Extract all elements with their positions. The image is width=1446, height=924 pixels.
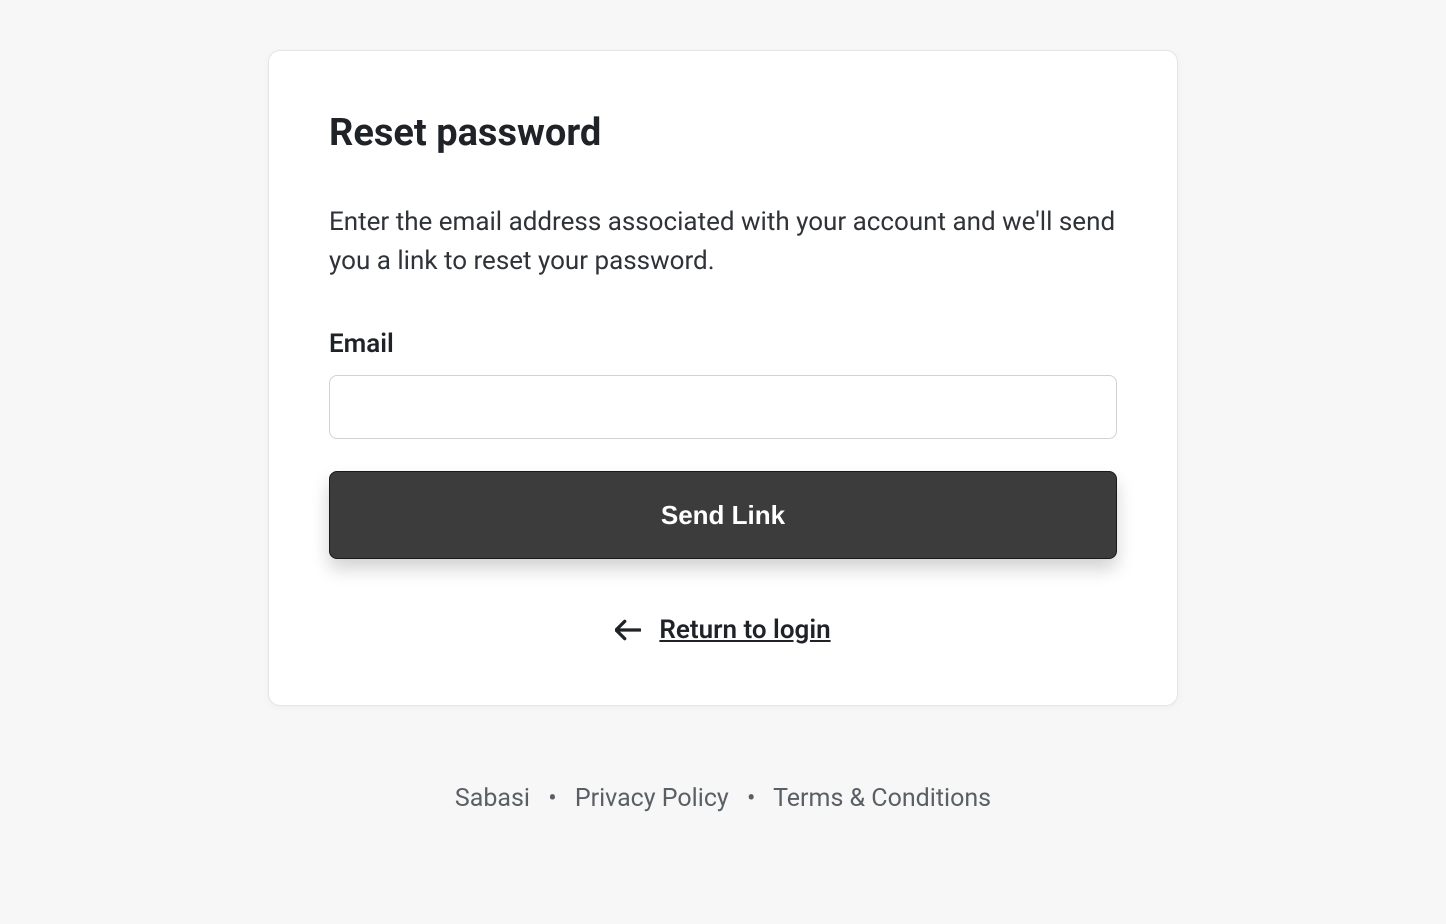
send-link-button[interactable]: Send Link <box>329 471 1117 559</box>
footer-privacy-link[interactable]: Privacy Policy <box>575 784 729 813</box>
return-link-text: Return to login <box>659 615 830 645</box>
email-field[interactable] <box>329 375 1117 439</box>
footer-separator: • <box>747 784 755 813</box>
page-title: Reset password <box>329 111 1117 155</box>
reset-password-card: Reset password Enter the email address a… <box>268 50 1178 706</box>
footer: Sabasi • Privacy Policy • Terms & Condit… <box>0 784 1446 813</box>
footer-brand-link[interactable]: Sabasi <box>455 784 530 813</box>
arrow-left-icon <box>615 619 641 641</box>
footer-separator: • <box>548 784 556 813</box>
return-to-login[interactable]: Return to login <box>329 615 1117 645</box>
footer-terms-link[interactable]: Terms & Conditions <box>773 784 991 813</box>
email-label: Email <box>329 329 1117 359</box>
instruction-text: Enter the email address associated with … <box>329 203 1117 281</box>
